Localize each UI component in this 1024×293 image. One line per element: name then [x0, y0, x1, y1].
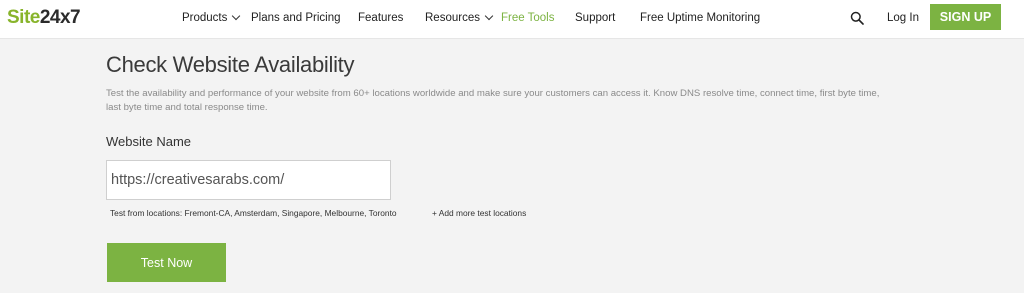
website-url-input[interactable]: [106, 160, 391, 200]
site24x7-logo[interactable]: Site24x7: [7, 7, 81, 29]
nav-resources[interactable]: Resources: [425, 11, 494, 25]
chevron-down-icon: [484, 11, 494, 21]
signup-button[interactable]: SIGN UP: [930, 4, 1001, 30]
chevron-down-icon: [232, 11, 241, 21]
test-now-button[interactable]: Test Now: [107, 243, 226, 282]
nav-free-tools[interactable]: Free Tools: [501, 11, 554, 25]
nav-products[interactable]: Products: [182, 11, 241, 25]
top-navigation-bar: Site24x7 Products Plans and Pricing Feat…: [0, 0, 1024, 39]
page-title: Check Website Availability: [106, 52, 355, 77]
page-description: Test the availability and performance of…: [106, 88, 880, 113]
login-link[interactable]: Log In: [887, 11, 919, 25]
test-locations-text: Test from locations: Fremont-CA, Amsterd…: [110, 208, 397, 218]
nav-support[interactable]: Support: [575, 11, 615, 25]
website-name-label: Website Name: [106, 134, 192, 149]
search-icon[interactable]: [850, 11, 864, 25]
nav-features[interactable]: Features: [358, 11, 403, 25]
nav-free-uptime-monitoring[interactable]: Free Uptime Monitoring: [640, 11, 760, 25]
add-test-locations-link[interactable]: + Add more test locations: [432, 208, 526, 219]
nav-plans-and-pricing[interactable]: Plans and Pricing: [251, 11, 341, 25]
